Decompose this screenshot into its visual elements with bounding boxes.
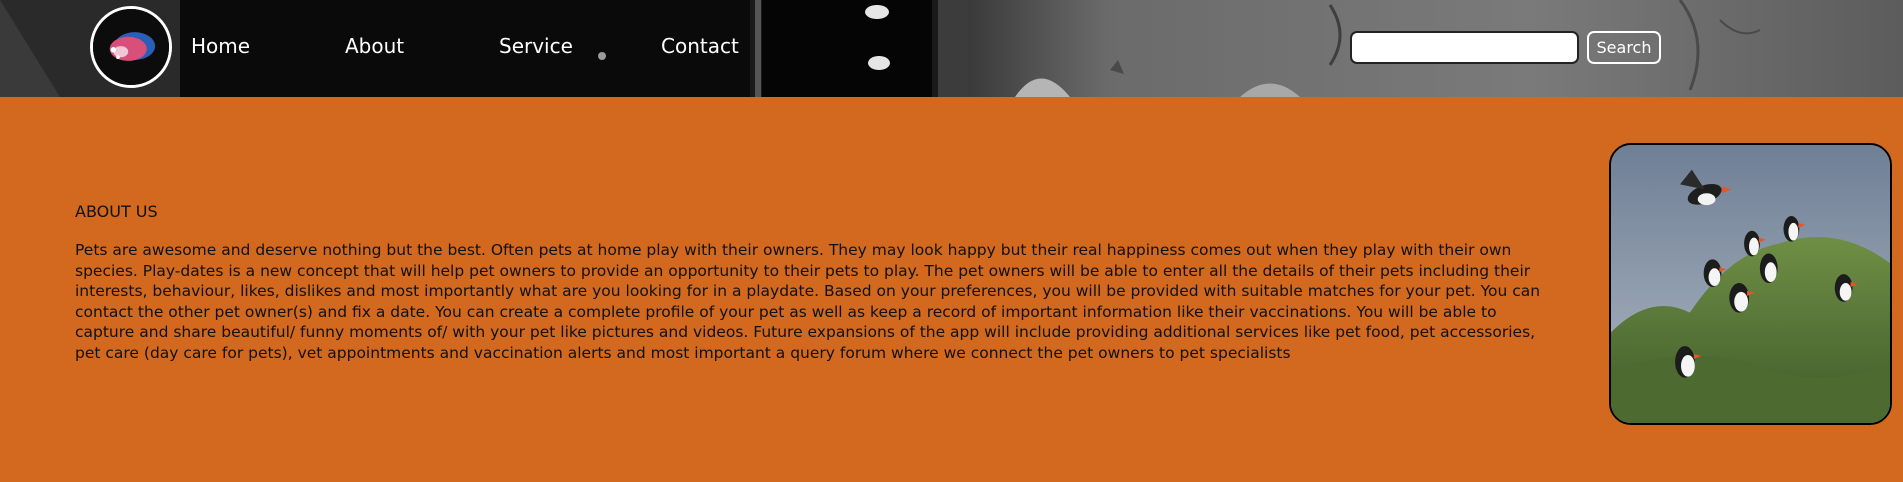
nav-contact-link[interactable]: Contact [661, 36, 739, 56]
page: Home About Service Contact Search ABOUT … [0, 0, 1903, 482]
nav-home-link[interactable]: Home [191, 36, 250, 56]
nav-service-link[interactable]: Service [499, 36, 573, 56]
site-header: Home About Service Contact Search [0, 0, 1903, 97]
site-logo[interactable] [90, 6, 172, 88]
logo-icon [93, 9, 169, 85]
nav-about-link[interactable]: About [345, 36, 404, 56]
search-input[interactable] [1350, 31, 1579, 64]
puffins-image [1611, 145, 1890, 423]
search-button[interactable]: Search [1587, 31, 1661, 64]
about-paragraph: Pets are awesome and deserve nothing but… [75, 241, 1541, 362]
puffins-photo [1609, 143, 1892, 425]
about-heading: ABOUT US [75, 202, 158, 221]
